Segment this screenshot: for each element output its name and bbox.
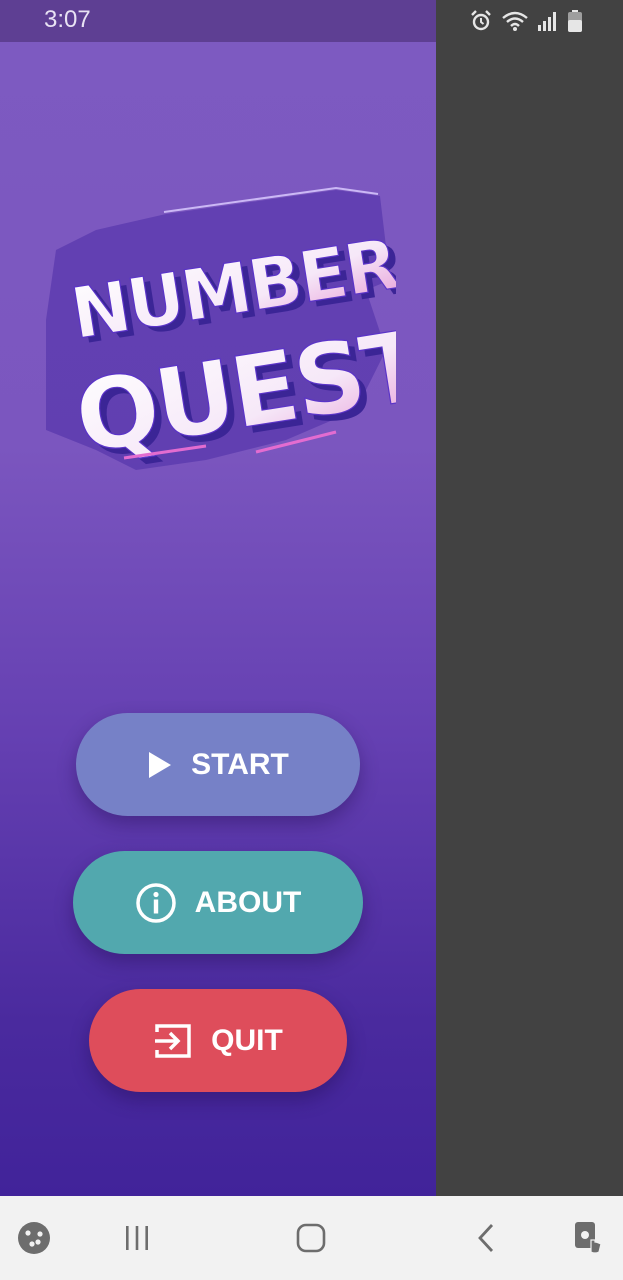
about-button-label: ABOUT bbox=[194, 885, 302, 919]
start-button-label: START bbox=[191, 747, 289, 781]
start-button[interactable]: START bbox=[76, 713, 360, 816]
info-icon bbox=[135, 882, 177, 924]
home-icon[interactable] bbox=[289, 1216, 333, 1260]
assistant-touch-icon[interactable] bbox=[565, 1216, 609, 1260]
game-launcher-icon[interactable] bbox=[12, 1216, 56, 1260]
status-bar: 3:07 bbox=[0, 0, 623, 42]
quit-button-label: QUIT bbox=[211, 1023, 283, 1057]
status-time: 3:07 bbox=[44, 6, 91, 33]
status-icons bbox=[469, 8, 583, 34]
side-panel bbox=[436, 42, 623, 1196]
back-icon[interactable] bbox=[464, 1216, 508, 1260]
navigation-bar bbox=[0, 1196, 623, 1280]
alarm-icon bbox=[469, 9, 493, 33]
app-panel: NUMBER NUMBER QUEST QUEST START ABOUT QU… bbox=[0, 42, 436, 1196]
about-button[interactable]: ABOUT bbox=[73, 851, 363, 954]
recent-apps-icon[interactable] bbox=[115, 1216, 159, 1260]
signal-icon bbox=[537, 9, 559, 33]
number-quest-logo: NUMBER NUMBER QUEST QUEST bbox=[46, 186, 396, 470]
exit-icon bbox=[153, 1022, 193, 1060]
wifi-icon bbox=[501, 9, 529, 33]
battery-icon bbox=[567, 9, 583, 33]
quit-button[interactable]: QUIT bbox=[89, 989, 347, 1092]
play-icon bbox=[147, 751, 173, 779]
